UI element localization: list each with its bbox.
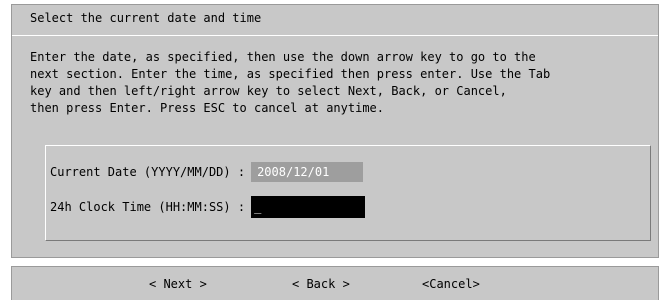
date-label: Current Date (YYYY/MM/DD) : (50, 165, 246, 179)
date-time-form: Current Date (YYYY/MM/DD) : 2008/12/01 2… (45, 145, 651, 241)
button-bar: < Next > < Back > <Cancel> (11, 266, 659, 300)
instruction-line: Enter the date, as specified, then use t… (30, 50, 536, 64)
time-label: 24h Clock Time (HH:MM:SS) : (50, 200, 246, 214)
instruction-line: next section. Enter the time, as specifi… (30, 67, 551, 81)
dialog-title: Select the current date and time (30, 11, 262, 25)
cancel-button[interactable]: <Cancel> (422, 277, 480, 291)
instructions: Enter the date, as specified, then use t… (30, 49, 550, 117)
time-row: 24h Clock Time (HH:MM:SS) : (50, 196, 366, 218)
instruction-line: key and then left/right arrow key to sel… (30, 84, 507, 98)
time-input[interactable] (251, 196, 366, 218)
date-field[interactable]: 2008/12/01 (251, 162, 364, 182)
dialog-panel: Select the current date and time Enter t… (11, 4, 659, 258)
next-button[interactable]: < Next > (149, 277, 207, 291)
date-row: Current Date (YYYY/MM/DD) : 2008/12/01 (50, 162, 364, 182)
back-button[interactable]: < Back > (292, 277, 350, 291)
title-divider (12, 35, 658, 36)
instruction-line: then press Enter. Press ESC to cancel at… (30, 101, 385, 115)
